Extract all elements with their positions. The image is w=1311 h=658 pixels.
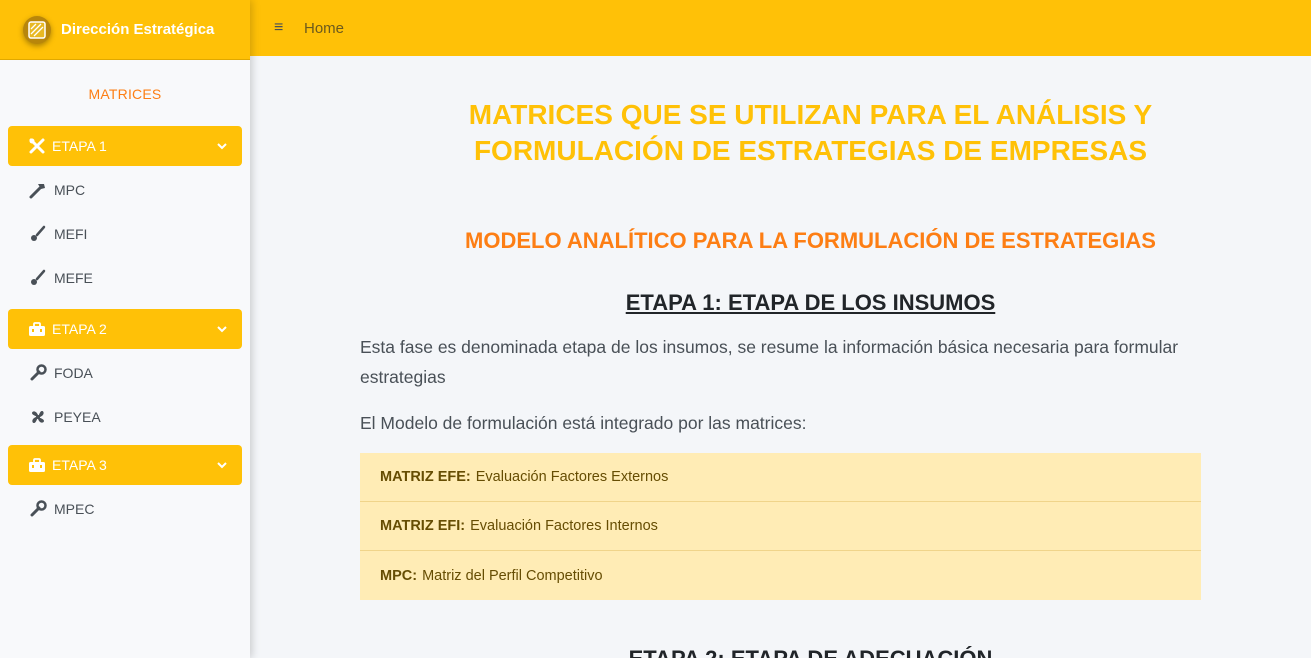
sidebar-group-label: ETAPA 3 [52,457,107,473]
sidebar-group-etapa-2[interactable]: ETAPA 2 [8,309,242,349]
sidebar-item-label: MPEC [54,501,95,517]
list-item: MATRIZ EFI: Evaluación Factores Internos [360,502,1201,551]
matrix-description: Matriz del Perfil Competitivo [422,567,603,584]
sidebar: Dirección Estratégica MATRICES ETAPA 1 M… [0,0,250,658]
toolbox-icon [28,456,46,474]
page-title-line-2: FORMULACIÓN DE ESTRATEGIAS DE EMPRESAS [473,135,1148,166]
page-title: MATRICES QUE SE UTILIZAN PARA EL ANÁLISI… [250,97,1311,169]
matrix-name: MATRIZ EFE: [380,469,471,485]
list-item: MPC: Matriz del Perfil Competitivo [360,551,1201,600]
fan-icon [28,407,48,427]
sidebar-item-peyea[interactable]: PEYEA [0,395,250,439]
sidebar-item-foda[interactable]: FODA [0,351,250,395]
home-link[interactable]: Home [304,20,344,37]
matrix-description: Evaluación Factores Externos [475,469,669,485]
wrench-icon [28,499,48,519]
toolbox-icon [28,320,46,338]
top-navbar: ≡ Home [250,0,1311,56]
wrench-icon [28,363,48,383]
sidebar-section-header: MATRICES [88,86,162,102]
matrices-intro: El Modelo de formulación está integrado … [360,413,807,433]
matrices-list: MATRIZ EFE: Evaluación Factores Externos… [360,453,1201,600]
sidebar-item-mefi[interactable]: MEFI [0,212,250,256]
list-item: MATRIZ EFE: Evaluación Factores Externos [360,453,1201,502]
stage-1-description: Esta fase es denominada etapa de los ins… [360,337,1179,387]
sidebar-item-mefe[interactable]: MEFE [0,256,250,300]
sidebar-item-label: MEFI [54,226,88,242]
sidebar-item-mpc[interactable]: MPC [0,168,250,212]
sidebar-item-mpec[interactable]: MPEC [0,487,250,531]
matrix-name: MPC: [380,567,418,584]
chevron-down-icon [217,326,227,333]
sidebar-group-etapa-3[interactable]: ETAPA 3 [8,445,242,485]
sidebar-item-label: PEYEA [54,409,101,425]
chevron-down-icon [217,462,227,469]
sidebar-item-label: MEFE [54,270,93,286]
sidebar-group-etapa-1[interactable]: ETAPA 1 [8,126,242,166]
matrix-name: MATRIZ EFI: [380,518,466,534]
brush-icon [28,224,48,244]
sidebar-item-label: MPC [54,182,86,198]
brand[interactable]: Dirección Estratégica [0,0,250,60]
sidebar-group-label: ETAPA 2 [52,321,107,337]
menu-icon[interactable]: ≡ [274,19,290,37]
section-subtitle: MODELO ANALÍTICO PARA LA FORMULACIÓN DE … [465,228,1156,253]
page-title-line-1: MATRICES QUE SE UTILIZAN PARA EL ANÁLISI… [468,99,1153,130]
tools-icon [28,137,46,155]
sidebar-group-label: ETAPA 1 [52,138,107,154]
brand-logo-icon [23,15,51,44]
matrix-description: Evaluación Factores Internos [470,518,658,534]
main-content: MATRICES QUE SE UTILIZAN PARA EL ANÁLISI… [250,56,1311,658]
stage-2-title: ETAPA 2: ETAPA DE ADECUACIÓN [250,646,1311,658]
chevron-down-icon [217,143,227,150]
brush-icon [28,268,48,288]
hammer-icon [28,180,48,200]
brand-title: Dirección Estratégica [61,21,215,38]
stage-1-title: ETAPA 1: ETAPA DE LOS INSUMOS [625,290,996,315]
sidebar-item-label: FODA [54,365,93,381]
